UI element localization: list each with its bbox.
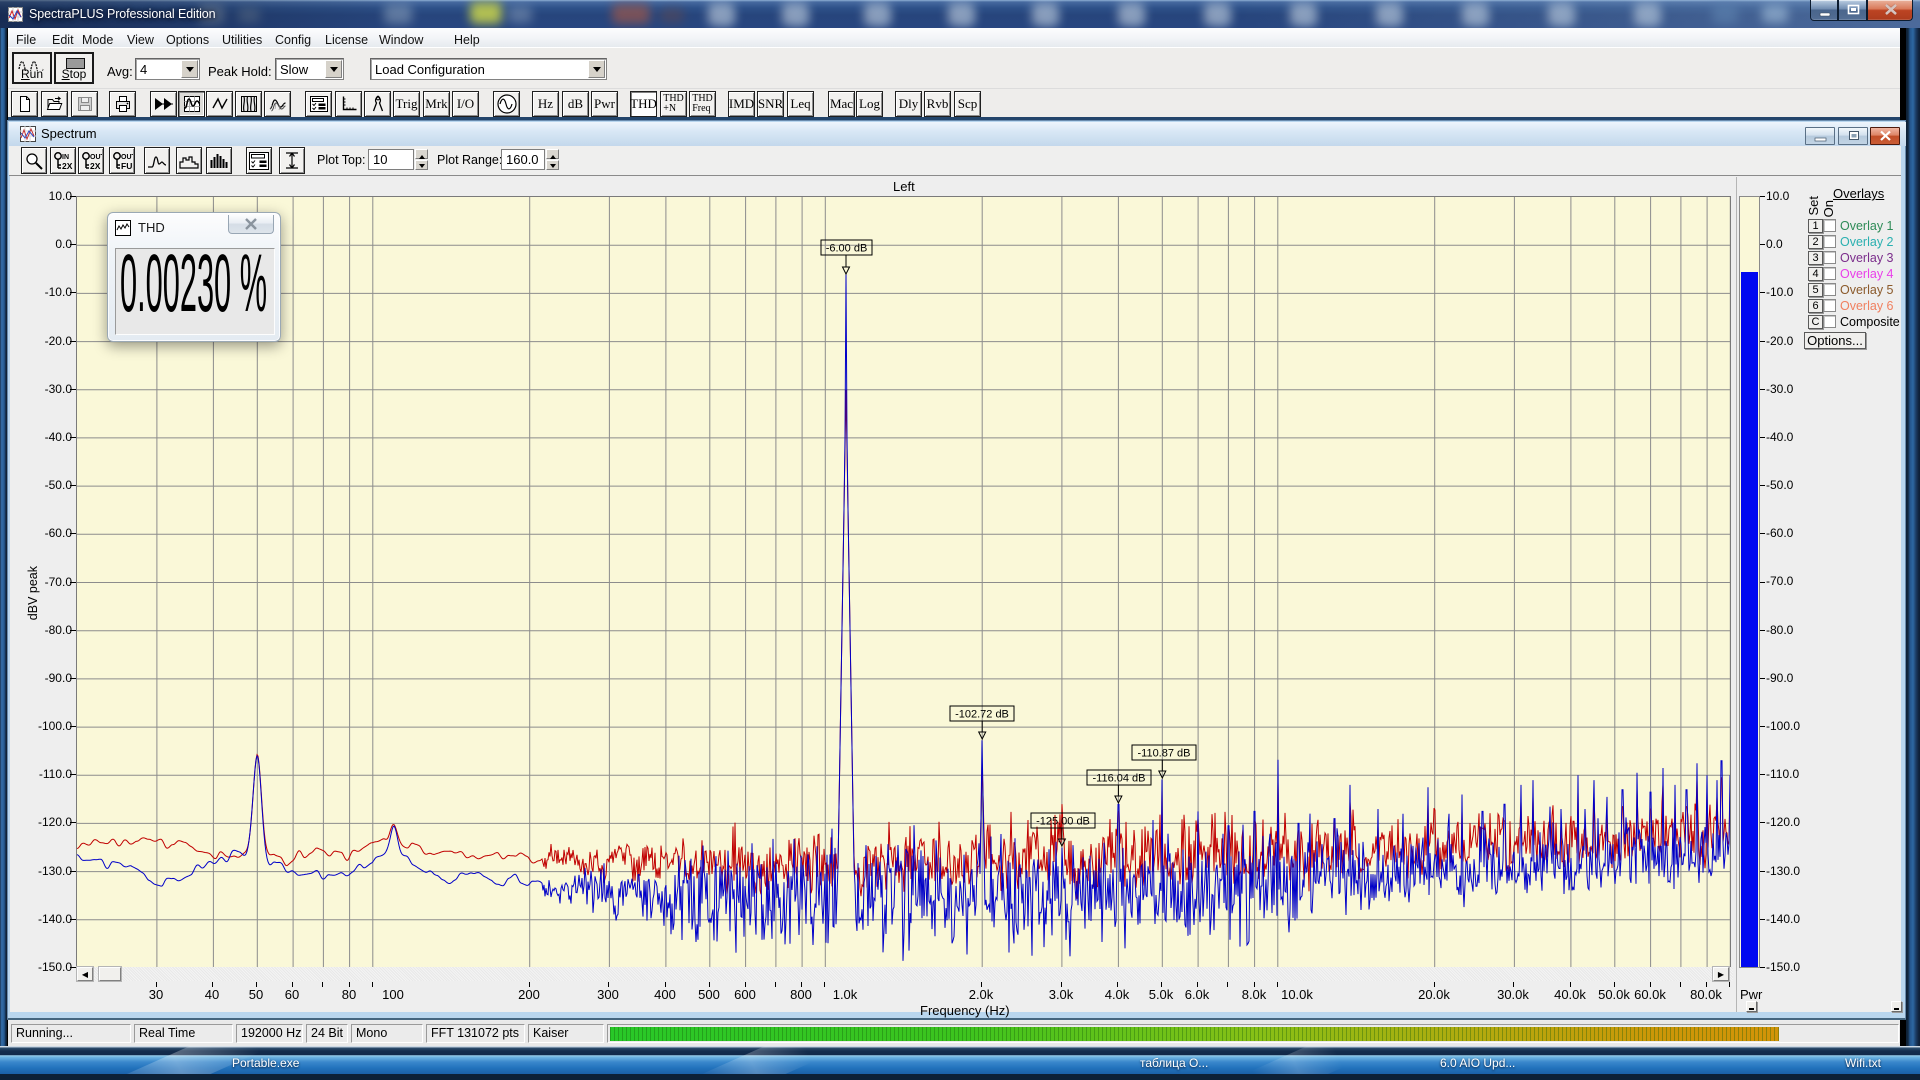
- svg-text:2X: 2X: [62, 161, 73, 171]
- svg-text:OUT: OUT: [90, 154, 102, 161]
- svg-text:-102.72 dB: -102.72 dB: [955, 709, 1009, 721]
- svg-text:FULL: FULL: [121, 161, 133, 171]
- svg-text:-116.04 dB: -116.04 dB: [1092, 773, 1145, 785]
- svg-text:-110.87 dB: -110.87 dB: [1137, 748, 1190, 760]
- svg-text:-6.00 dB: -6.00 dB: [826, 243, 868, 255]
- svg-text:IN: IN: [62, 154, 69, 161]
- svg-text:2X: 2X: [90, 161, 101, 171]
- svg-text:-125.00 dB: -125.00 dB: [1036, 816, 1090, 828]
- svg-text:OUT: OUT: [121, 154, 133, 161]
